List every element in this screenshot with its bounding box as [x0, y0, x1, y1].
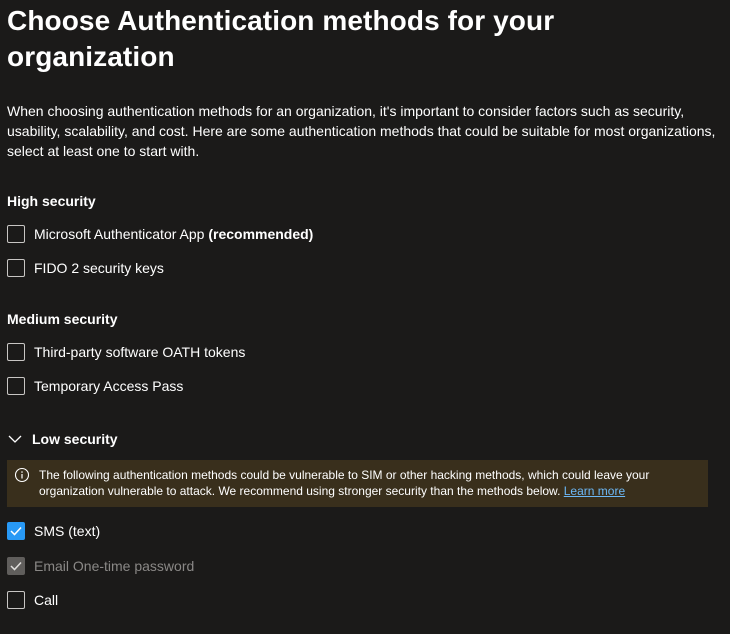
option-label: SMS (text): [34, 523, 101, 539]
high-security-heading: High security: [7, 193, 96, 209]
option-label: Temporary Access Pass: [34, 378, 184, 394]
warning-text: The following authentication methods cou…: [39, 468, 650, 498]
option-label: FIDO 2 security keys: [34, 260, 164, 276]
intro-text: When choosing authentication methods for…: [7, 103, 716, 159]
checkbox-unchecked-icon: [7, 259, 25, 277]
chevron-down-icon: [7, 431, 23, 447]
checkbox-unchecked-icon: [7, 343, 25, 361]
checkbox-unchecked-icon: [7, 377, 25, 395]
checkbox-checked-disabled-icon: [7, 557, 25, 575]
checkbox-unchecked-icon: [7, 591, 25, 609]
option-label: Third-party software OATH tokens: [34, 344, 246, 360]
sms-checkbox[interactable]: SMS (text): [7, 521, 100, 541]
learn-more-link[interactable]: Learn more: [564, 484, 625, 498]
checkbox-checked-icon: [7, 522, 25, 540]
fido2-keys-checkbox[interactable]: FIDO 2 security keys: [7, 258, 164, 278]
option-label: Call: [34, 592, 59, 608]
option-label: Email One-time password: [34, 558, 195, 574]
oath-tokens-checkbox[interactable]: Third-party software OATH tokens: [7, 342, 245, 362]
recommended-tag: (recommended): [208, 226, 314, 242]
microsoft-authenticator-checkbox[interactable]: Microsoft Authenticator App (recommended…: [7, 224, 313, 244]
warning-message-bar: The following authentication methods cou…: [7, 460, 708, 507]
checkbox-unchecked-icon: [7, 225, 25, 243]
temporary-access-pass-checkbox[interactable]: Temporary Access Pass: [7, 376, 183, 396]
medium-security-heading: Medium security: [7, 311, 118, 327]
low-security-toggle[interactable]: Low security: [7, 430, 118, 448]
info-icon: [14, 467, 30, 483]
low-security-heading: Low security: [32, 431, 118, 447]
email-otp-checkbox: Email One-time password: [7, 556, 194, 576]
option-label: Microsoft Authenticator App: [34, 226, 205, 242]
call-checkbox[interactable]: Call: [7, 590, 58, 610]
page-title: Choose Authentication methods for your o…: [7, 5, 555, 72]
